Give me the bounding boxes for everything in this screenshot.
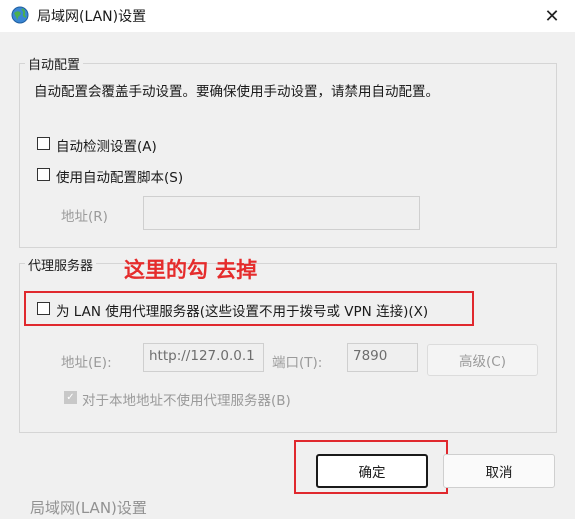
proxy-group-label: 代理服务器 [25,255,97,274]
annotation-text: 这里的勾 去掉 [124,258,258,282]
use-proxy-checkbox[interactable] [37,302,50,315]
checkmark-icon: ✓ [66,392,75,403]
globe-network-icon [11,6,29,24]
auto-config-description: 自动配置会覆盖手动设置。要确保使用手动设置，请禁用自动配置。 [34,84,439,100]
auto-detect-label[interactable]: 自动检测设置(A) [56,135,157,155]
bypass-local-label[interactable]: 对于本地地址不使用代理服务器(B) [82,389,291,409]
use-script-checkbox[interactable] [37,168,50,181]
use-proxy-label[interactable]: 为 LAN 使用代理服务器(这些设置不用于拨号或 VPN 连接)(X) [56,300,428,320]
window-title: 局域网(LAN)设置 [37,9,147,25]
auto-config-group-label: 自动配置 [25,54,84,73]
proxy-address-field[interactable]: http://127.0.0.1 [143,343,264,372]
proxy-address-label: 地址(E): [61,355,112,371]
close-button[interactable]: ✕ [529,0,575,32]
advanced-button[interactable]: 高级(C) [427,344,538,376]
script-address-label: 地址(R) [61,209,108,225]
script-address-field[interactable] [143,196,420,230]
cancel-button[interactable]: 取消 [443,454,555,488]
background-window-title: 局域网(LAN)设置 [30,499,147,517]
proxy-port-label: 端口(T): [272,355,323,371]
use-script-label[interactable]: 使用自动配置脚本(S) [56,166,183,186]
proxy-port-field[interactable]: 7890 [347,343,418,372]
close-icon: ✕ [544,5,560,27]
auto-detect-checkbox[interactable] [37,137,50,150]
ok-button[interactable]: 确定 [316,454,428,488]
bypass-local-checkbox[interactable]: ✓ [64,391,77,404]
title-bar: 局域网(LAN)设置 ✕ [0,0,575,32]
